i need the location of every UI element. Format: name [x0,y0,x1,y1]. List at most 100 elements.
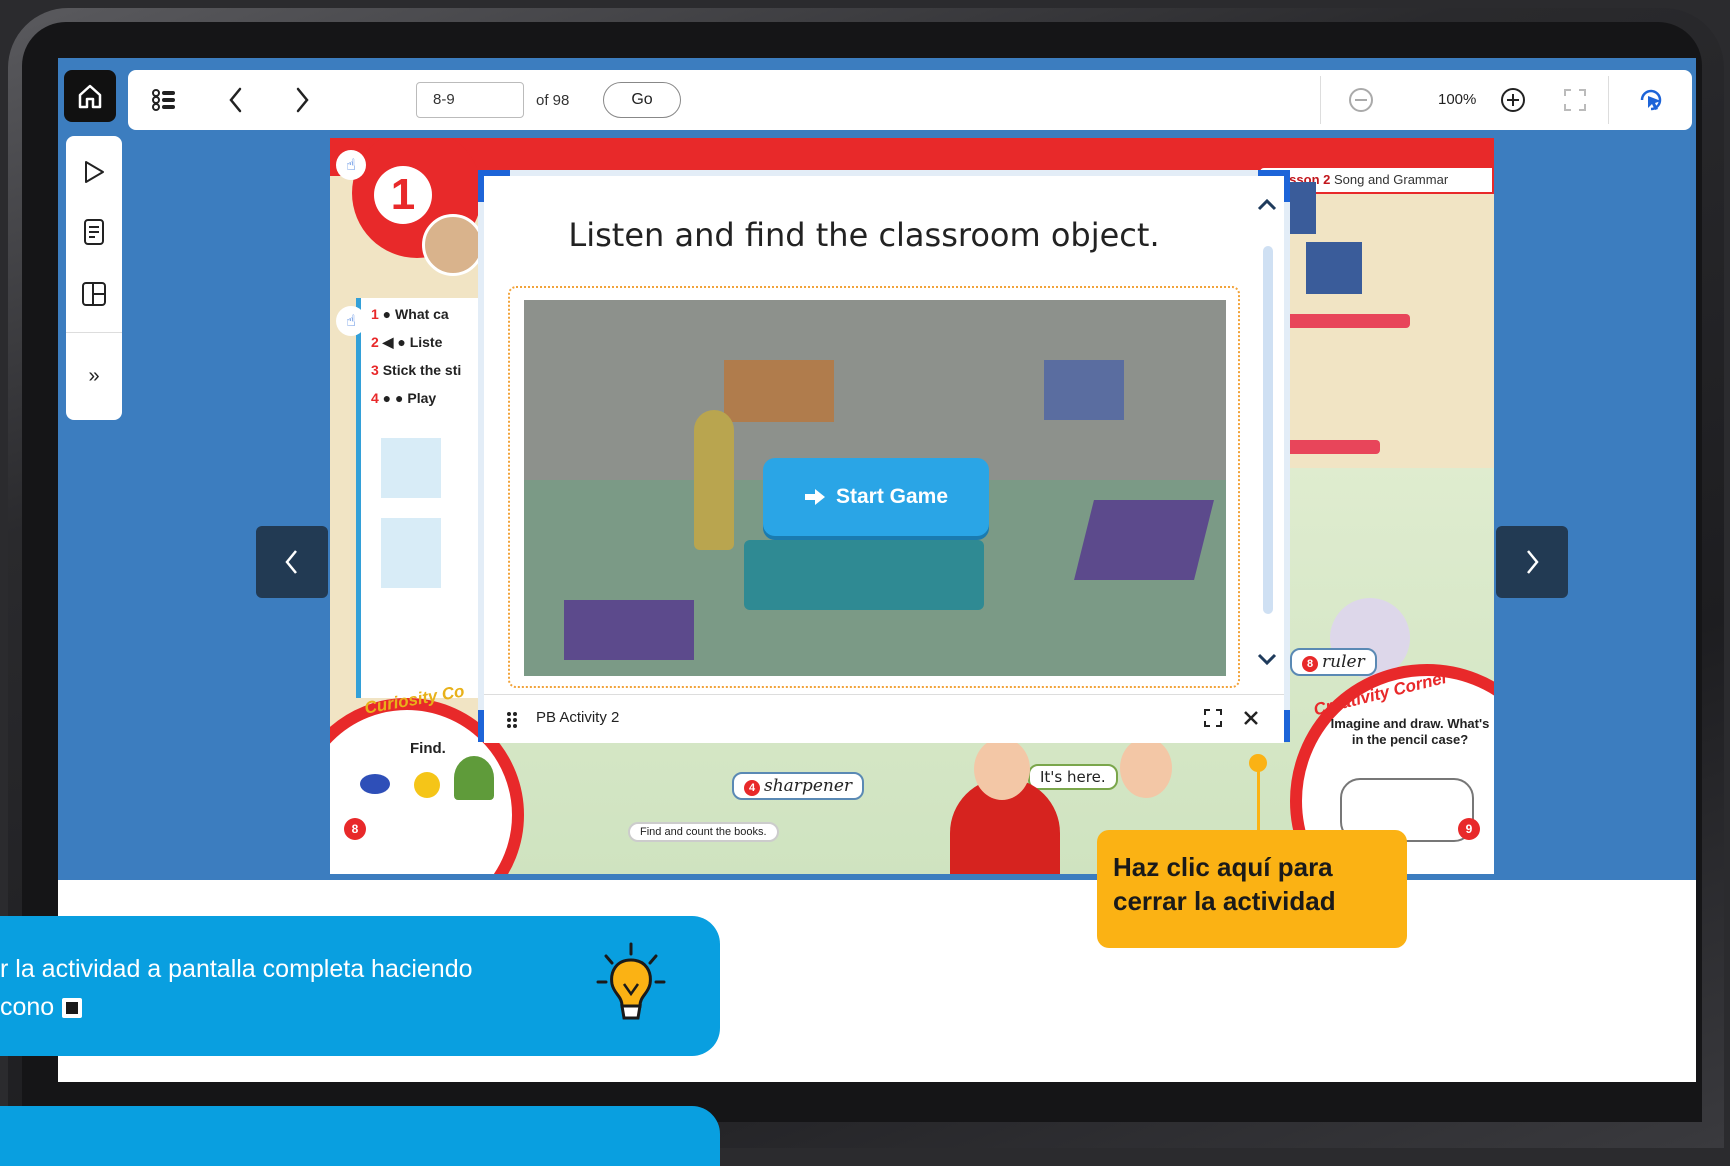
creativity-prompt: Imagine and draw. What's in the pencil c… [1330,716,1490,747]
plant-object [454,756,494,800]
boy-head [974,738,1030,800]
poster-boy [1306,242,1362,294]
activity-title: Listen and find the classroom object. [568,216,1160,254]
toolbar-divider [1608,76,1609,124]
label-ruler: 8 ruler [1290,648,1377,676]
lightbulb-icon [596,942,666,1020]
unit-number: 1 [374,166,432,224]
fullscreen-button[interactable] [1560,82,1590,118]
tip-text: r la actividad a pantalla completa hacie… [0,950,560,1026]
tap-icon: ☝ [346,155,356,174]
teacher-avatar [422,214,484,276]
second-tip-banner [0,1106,720,1166]
popup-fullscreen-button[interactable] [1202,707,1226,731]
home-button[interactable] [64,70,116,122]
drag-handle-icon[interactable] [506,711,518,729]
previous-spread-button[interactable] [256,526,328,598]
table-of-contents-button[interactable] [146,82,182,118]
layout-icon [82,282,106,306]
chevron-left-icon [229,87,242,113]
zoom-in-icon [1501,88,1525,112]
list-icon [152,89,175,111]
next-spread-button[interactable] [1496,526,1568,598]
task-item: 4 ● ● Play [371,390,437,406]
side-toolbar-divider [66,332,122,333]
select-tool-button[interactable] [66,150,122,194]
notes-icon [84,219,104,245]
sticker-sun [381,438,441,498]
book-reader: 8-9 of 98 Go 100% » Lesson 2 Song and Gr… [58,58,1696,880]
close-hint-callout: Haz clic aquí para cerrar la actividad [1097,830,1407,948]
activity-popup: Listen and find the classroom object. St… [478,170,1290,743]
zoom-out-icon [1349,88,1373,112]
page-total-label: of 98 [536,92,570,109]
resize-handle[interactable] [478,170,510,202]
arrow-right-icon [804,489,825,505]
task-item: 3 Stick the sti [371,362,462,378]
scene-teacher [694,410,734,550]
find-count-caption: Find and count the books. [628,822,779,842]
fullscreen-tip-banner: r la actividad a pantalla completa hacie… [0,916,720,1056]
sharpener-object [360,774,390,794]
top-toolbar: 8-9 of 98 Go 100% [128,70,1692,130]
side-toolbar: » [66,136,122,420]
scene-desk [1074,500,1214,580]
start-game-button[interactable]: Start Game [763,458,989,536]
toolbar-divider [1320,76,1321,124]
activity-list-panel: 1 ● What ca 2 ◀ ● Liste 3 Stick the sti … [356,298,481,698]
sticker-kite [381,518,441,588]
zoom-in-button[interactable] [1498,82,1528,118]
close-activity-button[interactable] [1240,707,1264,731]
previous-page-button[interactable] [218,82,254,118]
fullscreen-icon [1204,709,1222,727]
task-item: 2 ◀ ● Liste [371,334,443,350]
page-number-left: 8 [344,818,366,840]
tip-line-2: cono [0,993,55,1021]
page-number-input[interactable]: 8-9 [416,82,524,118]
scene-table [744,540,984,610]
speech-bubble: It's here. [1028,764,1118,790]
scene-bulletin-board [724,360,834,422]
home-icon [78,84,102,109]
notes-button[interactable] [66,210,122,254]
tap-icon: ☝ [346,311,356,330]
chevron-left-icon [285,550,297,574]
go-button[interactable]: Go [603,82,681,118]
ball-object [414,772,440,798]
fullscreen-icon [62,998,83,1019]
tip-line-1: r la actividad a pantalla completa hacie… [0,955,473,983]
start-game-label: Start Game [835,485,949,508]
zoom-out-button[interactable] [1346,82,1376,118]
scene-posters [1044,360,1124,420]
next-page-button[interactable] [284,82,320,118]
chevron-right-icon [1527,550,1539,574]
pointer-tool-button[interactable] [1633,82,1669,118]
close-icon [1244,711,1258,725]
popup-footer: PB Activity 2 [484,694,1284,743]
chevron-right-icon [296,87,309,113]
page-number-right: 9 [1458,818,1480,840]
double-chevron-right-icon: » [88,364,100,387]
scroll-up-icon [1257,198,1277,211]
interactive-hotspot-button[interactable]: ☝ [336,150,366,180]
classroom-scene: Start Game [524,300,1226,676]
scene-bench [564,600,694,660]
lesson-title: Song and Grammar [1333,172,1449,187]
layout-button[interactable] [66,272,122,316]
interactive-hotspot-button[interactable]: ☝ [336,306,366,336]
girl-head [1120,738,1172,798]
scroll-thumb[interactable] [1263,246,1273,614]
find-label: Find. [410,740,446,757]
task-item: 1 ● What ca [371,306,449,322]
scroll-down-icon [1257,653,1277,666]
zoom-level: 100% [1438,91,1477,108]
callout-pointer-line [1257,762,1260,830]
label-sharpener: 4 sharpener [732,772,865,800]
touch-pointer-icon [1640,89,1662,111]
activity-name: PB Activity 2 [536,709,620,726]
game-stage: Start Game [508,286,1240,688]
fullscreen-icon [1564,89,1586,111]
cursor-icon [85,161,104,183]
expand-toolbar-button[interactable]: » [66,354,122,398]
popup-scrollbar[interactable] [1250,194,1284,674]
